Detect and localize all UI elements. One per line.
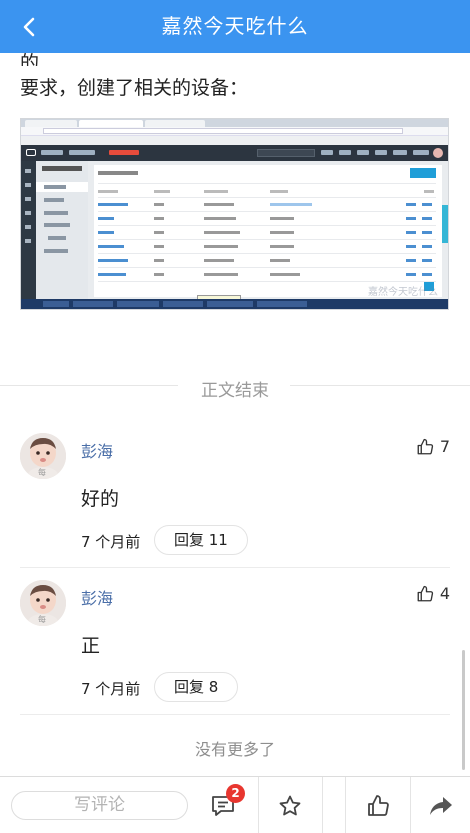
like-count: 4	[439, 584, 450, 603]
image-icon-sidebar	[21, 161, 36, 301]
comment-item: 每 彭海 7 好的 7 个月前 回复 11	[20, 433, 450, 558]
image-address-bar	[21, 127, 448, 136]
comment-input[interactable]: 写评论	[11, 791, 188, 820]
avatar[interactable]: 每	[20, 433, 66, 479]
share-button[interactable]	[411, 777, 470, 833]
comment-count-badge: 2	[226, 784, 245, 803]
like-article-button[interactable]	[346, 777, 410, 833]
image-browser-tabs	[21, 119, 448, 127]
like-button[interactable]: 7	[416, 437, 450, 456]
scrollbar[interactable]	[462, 650, 465, 770]
svg-text:每: 每	[38, 467, 46, 477]
comment-author[interactable]: 彭海	[81, 585, 113, 609]
star-icon	[279, 795, 301, 815]
image-taskbar	[21, 299, 448, 309]
comment-separator	[20, 714, 450, 715]
no-more-label: 没有更多了	[194, 740, 275, 759]
article-end-label: 正文结束	[201, 381, 269, 401]
thumbs-up-icon	[368, 794, 389, 816]
svg-text:每: 每	[38, 614, 46, 624]
image-float-toolbar	[442, 205, 448, 243]
image-nav-sidebar	[36, 161, 88, 301]
thumbs-up-icon	[417, 438, 433, 454]
thumbs-up-icon	[417, 585, 433, 601]
comment-time: 7 个月前	[81, 533, 141, 551]
comment-body: 正	[81, 635, 101, 657]
like-button[interactable]: 4	[416, 584, 450, 603]
like-count: 7	[439, 437, 450, 456]
comment-body: 好的	[81, 488, 120, 510]
comment-time: 7 个月前	[81, 680, 141, 698]
article-text-partial: 的	[20, 52, 40, 66]
image-bookmarks-bar	[21, 136, 448, 145]
image-watermark: 嘉然今天吃什么	[368, 287, 438, 298]
app-header: 嘉然今天吃什么	[0, 0, 470, 53]
bottom-action-bar: 写评论 2	[0, 776, 470, 833]
article-text: 要求，创建了相关的设备：	[20, 77, 249, 99]
page-title: 嘉然今天吃什么	[161, 14, 309, 38]
article-image[interactable]: 嘉然今天吃什么	[20, 118, 449, 310]
reply-button[interactable]: 回复 11	[154, 525, 248, 555]
article-end-divider: 正文结束	[0, 372, 470, 401]
avatar[interactable]: 每	[20, 580, 66, 626]
comment-separator	[20, 567, 450, 568]
comment-item: 每 彭海 4 正 7 个月前 回复 8	[20, 580, 450, 705]
favorite-button[interactable]	[259, 777, 321, 833]
comment-author[interactable]: 彭海	[81, 438, 113, 462]
share-icon	[429, 796, 452, 815]
reply-button[interactable]: 回复 8	[154, 672, 239, 702]
image-product-table	[94, 165, 442, 297]
divider	[322, 777, 323, 833]
image-console-topbar	[21, 145, 448, 161]
